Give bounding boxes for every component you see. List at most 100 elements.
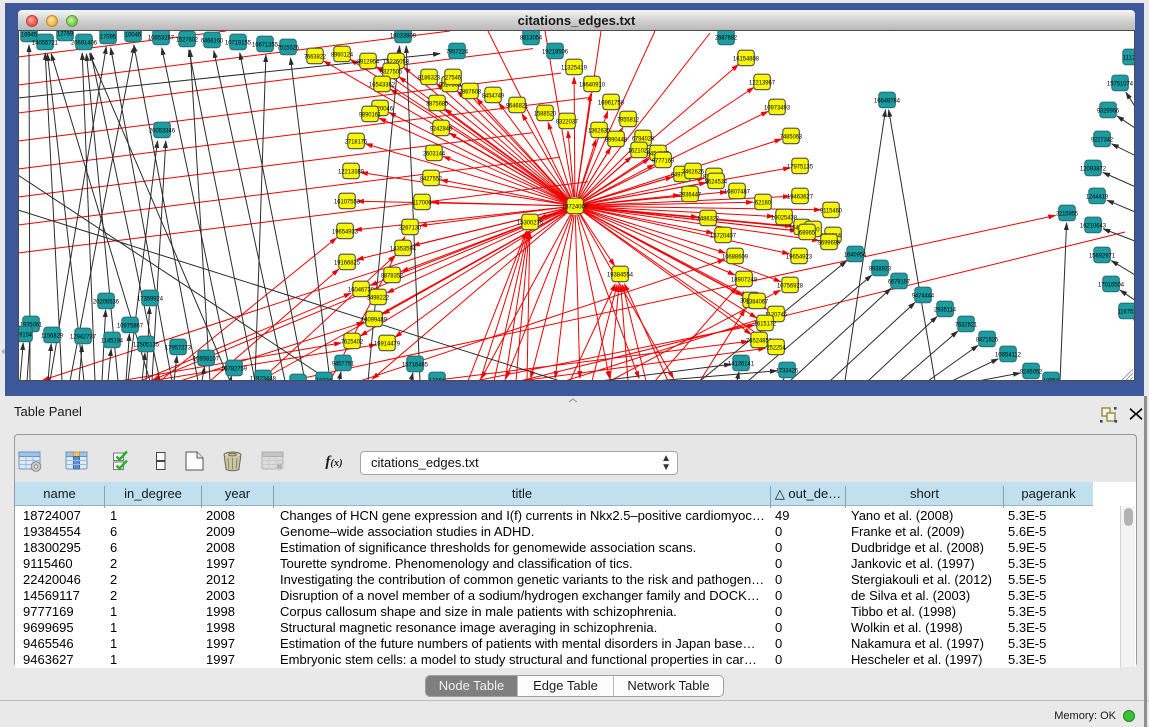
svg-text:7957224: 7957224 bbox=[446, 48, 469, 55]
svg-text:1384067: 1384067 bbox=[746, 298, 769, 305]
svg-text:27546: 27546 bbox=[445, 74, 462, 81]
svg-text:8990448: 8990448 bbox=[605, 136, 628, 143]
svg-text:9646821: 9646821 bbox=[506, 102, 529, 109]
svg-text:10756928: 10756928 bbox=[777, 282, 804, 289]
svg-text:15300275: 15300275 bbox=[517, 219, 544, 226]
svg-text:9474444: 9474444 bbox=[912, 292, 935, 299]
svg-text:10853267: 10853267 bbox=[148, 34, 175, 41]
svg-text:1244419: 1244419 bbox=[1086, 193, 1109, 200]
svg-text:8938923: 8938923 bbox=[869, 265, 892, 272]
svg-text:8813054: 8813054 bbox=[520, 34, 543, 41]
svg-text:12505135: 12505135 bbox=[133, 341, 160, 348]
svg-text:8322037: 8322037 bbox=[556, 118, 579, 125]
svg-text:16210643: 16210643 bbox=[1080, 222, 1107, 229]
svg-text:8427552: 8427552 bbox=[420, 175, 443, 182]
svg-text:7485063: 7485063 bbox=[780, 133, 803, 140]
svg-text:10046: 10046 bbox=[125, 31, 142, 38]
svg-text:9245052: 9245052 bbox=[1020, 368, 1043, 375]
svg-text:9115460: 9115460 bbox=[820, 207, 843, 214]
svg-text:9699695: 9699695 bbox=[818, 239, 841, 246]
svg-text:3215955: 3215955 bbox=[1056, 210, 1079, 217]
svg-text:1156829: 1156829 bbox=[41, 332, 64, 339]
svg-text:9890161: 9890161 bbox=[359, 111, 382, 118]
svg-text:14055721: 14055721 bbox=[32, 39, 59, 46]
svg-text:1615172: 1615172 bbox=[754, 320, 777, 327]
svg-text:6679197: 6679197 bbox=[888, 278, 911, 285]
svg-text:6466160: 6466160 bbox=[201, 37, 224, 44]
svg-text:117006: 117006 bbox=[413, 199, 433, 206]
svg-text:39154: 39154 bbox=[18, 331, 33, 338]
svg-text:19463627: 19463627 bbox=[787, 193, 814, 200]
svg-text:16033809: 16033809 bbox=[390, 32, 417, 39]
svg-text:9457791: 9457791 bbox=[332, 360, 355, 367]
svg-text:9242848: 9242848 bbox=[430, 125, 453, 132]
svg-text:20206536: 20206536 bbox=[93, 298, 120, 305]
svg-text:11325419: 11325419 bbox=[561, 64, 588, 71]
svg-text:17975135: 17975135 bbox=[787, 163, 814, 170]
svg-text:16782759: 16782759 bbox=[221, 365, 248, 372]
svg-text:16154808: 16154808 bbox=[733, 55, 760, 62]
svg-text:15751074: 15751074 bbox=[1107, 80, 1134, 87]
svg-text:17095: 17095 bbox=[100, 33, 117, 40]
svg-text:1588520: 1588520 bbox=[534, 110, 557, 117]
svg-text:16648784: 16648784 bbox=[874, 97, 901, 104]
svg-text:15692971: 15692971 bbox=[1089, 252, 1116, 259]
svg-text:3624534: 3624534 bbox=[705, 178, 728, 185]
svg-text:9329966: 9329966 bbox=[1097, 107, 1120, 114]
svg-text:2603144: 2603144 bbox=[423, 150, 446, 157]
svg-text:7632621: 7632621 bbox=[955, 321, 978, 328]
svg-text:12213967: 12213967 bbox=[749, 79, 776, 86]
svg-text:2867608: 2867608 bbox=[459, 88, 482, 95]
svg-text:1145194: 1145194 bbox=[101, 337, 124, 344]
svg-text:8912954: 8912954 bbox=[357, 58, 380, 65]
svg-text:10025438: 10025438 bbox=[771, 214, 798, 221]
svg-text:16671355: 16671355 bbox=[252, 41, 279, 48]
svg-text:2935114: 2935114 bbox=[934, 306, 957, 313]
svg-text:2687682: 2687682 bbox=[715, 34, 738, 41]
svg-text:3267130: 3267130 bbox=[399, 224, 422, 231]
svg-text:18907249: 18907249 bbox=[731, 276, 758, 283]
svg-text:18640910: 18640910 bbox=[579, 81, 606, 88]
svg-text:2718176: 2718176 bbox=[345, 138, 368, 145]
svg-text:8878352: 8878352 bbox=[381, 272, 404, 279]
svg-text:19166825: 19166825 bbox=[334, 259, 361, 266]
svg-text:62160: 62160 bbox=[755, 199, 772, 206]
svg-text:19218506: 19218506 bbox=[542, 48, 569, 55]
svg-text:8960124: 8960124 bbox=[331, 51, 354, 58]
svg-text:1733426: 1733426 bbox=[776, 367, 799, 374]
svg-text:9327505: 9327505 bbox=[380, 68, 403, 75]
svg-text:16945: 16945 bbox=[21, 31, 38, 38]
svg-text:1362635: 1362635 bbox=[588, 127, 611, 134]
svg-text:12769: 12769 bbox=[57, 31, 74, 37]
svg-text:1640954: 1640954 bbox=[844, 251, 867, 258]
svg-text:11125: 11125 bbox=[1123, 54, 1135, 61]
svg-text:17359924: 17359924 bbox=[137, 295, 164, 302]
svg-text:7515526: 7515526 bbox=[277, 44, 300, 51]
svg-text:19384554: 19384554 bbox=[607, 271, 634, 278]
svg-text:14353594: 14353594 bbox=[390, 245, 417, 252]
svg-text:18099489: 18099489 bbox=[361, 316, 388, 323]
svg-text:20053346: 20053346 bbox=[149, 127, 176, 134]
svg-text:10958107: 10958107 bbox=[193, 355, 220, 362]
svg-text:20691406: 20691406 bbox=[71, 39, 98, 46]
svg-text:10807487: 10807487 bbox=[724, 188, 751, 195]
svg-text:15716485: 15716485 bbox=[402, 361, 429, 368]
svg-text:16543362: 16543362 bbox=[369, 81, 396, 88]
svg-text:f(x): f(x) bbox=[325, 454, 342, 470]
svg-text:12213389: 12213389 bbox=[338, 168, 365, 175]
svg-text:12942737: 12942737 bbox=[70, 333, 97, 340]
svg-text:10688609: 10688609 bbox=[722, 253, 749, 260]
svg-text:7955812: 7955812 bbox=[617, 116, 640, 123]
svg-text:10654112: 10654112 bbox=[995, 351, 1022, 358]
svg-text:1486322: 1486322 bbox=[697, 215, 720, 222]
svg-text:15720407: 15720407 bbox=[710, 232, 737, 239]
svg-text:19654933: 19654933 bbox=[332, 228, 359, 235]
svg-text:17016504: 17016504 bbox=[1098, 281, 1125, 288]
svg-text:8186323: 8186323 bbox=[418, 74, 441, 81]
svg-text:252254: 252254 bbox=[767, 344, 787, 351]
svg-text:16107553: 16107553 bbox=[334, 198, 361, 205]
svg-text:17957273: 17957273 bbox=[165, 344, 192, 351]
svg-text:14136141: 14136141 bbox=[728, 360, 755, 367]
svg-text:10719155: 10719155 bbox=[225, 39, 252, 46]
svg-text:3498222: 3498222 bbox=[367, 294, 390, 301]
